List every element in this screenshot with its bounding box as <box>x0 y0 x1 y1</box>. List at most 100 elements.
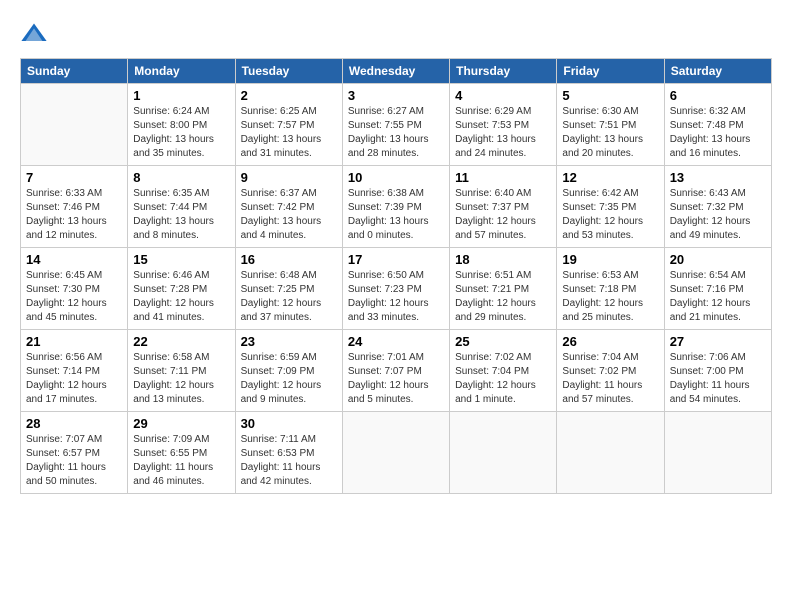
weekday-header: Friday <box>557 59 664 84</box>
calendar-cell: 3 Sunrise: 6:27 AM Sunset: 7:55 PM Daylig… <box>342 84 449 166</box>
calendar-cell <box>21 84 128 166</box>
day-number: 28 <box>26 416 122 431</box>
calendar-week-row: 28 Sunrise: 7:07 AM Sunset: 6:57 PM Dayli… <box>21 412 772 494</box>
calendar-cell: 13 Sunrise: 6:43 AM Sunset: 7:32 PM Dayli… <box>664 166 771 248</box>
day-info: Sunrise: 7:09 AM Sunset: 6:55 PM Dayligh… <box>133 433 229 489</box>
calendar-cell <box>450 412 557 494</box>
calendar-cell: 20 Sunrise: 6:54 AM Sunset: 7:16 PM Dayli… <box>664 248 771 330</box>
day-info: Sunrise: 6:46 AM Sunset: 7:28 PM Dayligh… <box>133 269 229 325</box>
day-info: Sunrise: 6:54 AM Sunset: 7:16 PM Dayligh… <box>670 269 766 325</box>
calendar-week-row: 14 Sunrise: 6:45 AM Sunset: 7:30 PM Dayli… <box>21 248 772 330</box>
day-info: Sunrise: 7:04 AM Sunset: 7:02 PM Dayligh… <box>562 351 658 407</box>
day-number: 7 <box>26 170 122 185</box>
day-number: 23 <box>241 334 337 349</box>
day-number: 6 <box>670 88 766 103</box>
day-info: Sunrise: 6:25 AM Sunset: 7:57 PM Dayligh… <box>241 105 337 161</box>
calendar-cell: 18Sunrise: 6:51 AM Sunset: 7:21 PM Dayli… <box>450 248 557 330</box>
weekday-header: Saturday <box>664 59 771 84</box>
day-number: 9 <box>241 170 337 185</box>
day-info: Sunrise: 6:32 AM Sunset: 7:48 PM Dayligh… <box>670 105 766 161</box>
calendar-cell: 29 Sunrise: 7:09 AM Sunset: 6:55 PM Dayli… <box>128 412 235 494</box>
calendar-cell: 2 Sunrise: 6:25 AM Sunset: 7:57 PM Daylig… <box>235 84 342 166</box>
weekday-header: Monday <box>128 59 235 84</box>
day-number: 4 <box>455 88 551 103</box>
day-number: 17 <box>348 252 444 267</box>
day-info: Sunrise: 6:51 AM Sunset: 7:21 PM Dayligh… <box>455 269 551 325</box>
day-number: 8 <box>133 170 229 185</box>
calendar-week-row: 7 Sunrise: 6:33 AM Sunset: 7:46 PM Daylig… <box>21 166 772 248</box>
day-info: Sunrise: 6:42 AM Sunset: 7:35 PM Dayligh… <box>562 187 658 243</box>
day-info: Sunrise: 7:06 AM Sunset: 7:00 PM Dayligh… <box>670 351 766 407</box>
day-info: Sunrise: 7:11 AM Sunset: 6:53 PM Dayligh… <box>241 433 337 489</box>
calendar-week-row: 21Sunrise: 6:56 AM Sunset: 7:14 PM Dayli… <box>21 330 772 412</box>
day-info: Sunrise: 6:38 AM Sunset: 7:39 PM Dayligh… <box>348 187 444 243</box>
day-info: Sunrise: 7:02 AM Sunset: 7:04 PM Dayligh… <box>455 351 551 407</box>
day-info: Sunrise: 6:29 AM Sunset: 7:53 PM Dayligh… <box>455 105 551 161</box>
day-number: 12 <box>562 170 658 185</box>
day-number: 2 <box>241 88 337 103</box>
day-info: Sunrise: 6:56 AM Sunset: 7:14 PM Dayligh… <box>26 351 122 407</box>
calendar-cell <box>342 412 449 494</box>
calendar-cell: 26Sunrise: 7:04 AM Sunset: 7:02 PM Dayli… <box>557 330 664 412</box>
weekday-header: Tuesday <box>235 59 342 84</box>
day-info: Sunrise: 6:24 AM Sunset: 8:00 PM Dayligh… <box>133 105 229 161</box>
day-number: 15 <box>133 252 229 267</box>
day-number: 22 <box>133 334 229 349</box>
day-info: Sunrise: 6:40 AM Sunset: 7:37 PM Dayligh… <box>455 187 551 243</box>
calendar-cell: 30 Sunrise: 7:11 AM Sunset: 6:53 PM Dayli… <box>235 412 342 494</box>
day-info: Sunrise: 6:45 AM Sunset: 7:30 PM Dayligh… <box>26 269 122 325</box>
day-number: 29 <box>133 416 229 431</box>
logo-icon <box>20 20 48 48</box>
calendar-cell: 27 Sunrise: 7:06 AM Sunset: 7:00 PM Dayli… <box>664 330 771 412</box>
calendar-cell: 28 Sunrise: 7:07 AM Sunset: 6:57 PM Dayli… <box>21 412 128 494</box>
weekday-header: Wednesday <box>342 59 449 84</box>
day-number: 20 <box>670 252 766 267</box>
day-info: Sunrise: 7:01 AM Sunset: 7:07 PM Dayligh… <box>348 351 444 407</box>
day-number: 25 <box>455 334 551 349</box>
day-info: Sunrise: 6:35 AM Sunset: 7:44 PM Dayligh… <box>133 187 229 243</box>
day-number: 14 <box>26 252 122 267</box>
calendar-header-row: SundayMondayTuesdayWednesdayThursdayFrid… <box>21 59 772 84</box>
calendar-cell: 1 Sunrise: 6:24 AM Sunset: 8:00 PM Daylig… <box>128 84 235 166</box>
day-number: 27 <box>670 334 766 349</box>
day-info: Sunrise: 6:43 AM Sunset: 7:32 PM Dayligh… <box>670 187 766 243</box>
calendar-cell <box>557 412 664 494</box>
logo <box>20 20 50 48</box>
day-number: 5 <box>562 88 658 103</box>
calendar-cell: 12 Sunrise: 6:42 AM Sunset: 7:35 PM Dayli… <box>557 166 664 248</box>
weekday-header: Thursday <box>450 59 557 84</box>
calendar-cell: 15 Sunrise: 6:46 AM Sunset: 7:28 PM Dayli… <box>128 248 235 330</box>
day-info: Sunrise: 7:07 AM Sunset: 6:57 PM Dayligh… <box>26 433 122 489</box>
day-info: Sunrise: 6:58 AM Sunset: 7:11 PM Dayligh… <box>133 351 229 407</box>
day-info: Sunrise: 6:27 AM Sunset: 7:55 PM Dayligh… <box>348 105 444 161</box>
calendar-cell: 17Sunrise: 6:50 AM Sunset: 7:23 PM Dayli… <box>342 248 449 330</box>
page-header <box>20 20 772 48</box>
day-info: Sunrise: 6:30 AM Sunset: 7:51 PM Dayligh… <box>562 105 658 161</box>
calendar-cell: 19 Sunrise: 6:53 AM Sunset: 7:18 PM Dayli… <box>557 248 664 330</box>
calendar-cell: 9 Sunrise: 6:37 AM Sunset: 7:42 PM Daylig… <box>235 166 342 248</box>
day-number: 24 <box>348 334 444 349</box>
day-info: Sunrise: 6:48 AM Sunset: 7:25 PM Dayligh… <box>241 269 337 325</box>
day-info: Sunrise: 6:33 AM Sunset: 7:46 PM Dayligh… <box>26 187 122 243</box>
calendar-cell: 22 Sunrise: 6:58 AM Sunset: 7:11 PM Dayli… <box>128 330 235 412</box>
weekday-header: Sunday <box>21 59 128 84</box>
calendar-cell: 24 Sunrise: 7:01 AM Sunset: 7:07 PM Dayli… <box>342 330 449 412</box>
calendar-cell: 5 Sunrise: 6:30 AM Sunset: 7:51 PM Daylig… <box>557 84 664 166</box>
calendar-cell: 21Sunrise: 6:56 AM Sunset: 7:14 PM Dayli… <box>21 330 128 412</box>
day-number: 3 <box>348 88 444 103</box>
calendar-cell: 16 Sunrise: 6:48 AM Sunset: 7:25 PM Dayli… <box>235 248 342 330</box>
day-number: 13 <box>670 170 766 185</box>
day-number: 30 <box>241 416 337 431</box>
calendar-cell: 8 Sunrise: 6:35 AM Sunset: 7:44 PM Daylig… <box>128 166 235 248</box>
day-number: 10 <box>348 170 444 185</box>
day-info: Sunrise: 6:53 AM Sunset: 7:18 PM Dayligh… <box>562 269 658 325</box>
calendar-cell: 23Sunrise: 6:59 AM Sunset: 7:09 PM Dayli… <box>235 330 342 412</box>
calendar-cell <box>664 412 771 494</box>
day-number: 1 <box>133 88 229 103</box>
day-info: Sunrise: 6:37 AM Sunset: 7:42 PM Dayligh… <box>241 187 337 243</box>
calendar-cell: 4 Sunrise: 6:29 AM Sunset: 7:53 PM Daylig… <box>450 84 557 166</box>
day-number: 16 <box>241 252 337 267</box>
calendar-week-row: 1 Sunrise: 6:24 AM Sunset: 8:00 PM Daylig… <box>21 84 772 166</box>
day-number: 19 <box>562 252 658 267</box>
calendar-cell: 10 Sunrise: 6:38 AM Sunset: 7:39 PM Dayli… <box>342 166 449 248</box>
